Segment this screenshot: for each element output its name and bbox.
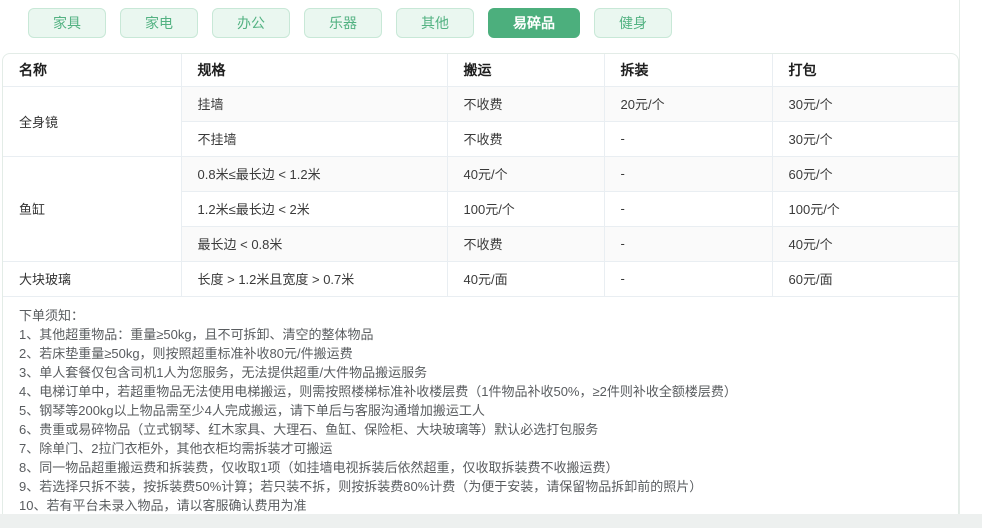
note-item: 5、钢琴等200kg以上物品需至少4人完成搬运，请下单后与客服沟通增加搬运工人 — [19, 402, 485, 418]
tab-易碎品[interactable]: 易碎品 — [488, 8, 580, 38]
disassembly-cell: - — [604, 261, 773, 297]
pack-cell: 30元/个 — [772, 86, 958, 122]
spec-cell: 不挂墙 — [181, 121, 448, 157]
tab-其他[interactable]: 其他 — [396, 8, 474, 38]
page-bottom-strip — [0, 514, 982, 528]
pack-cell: 60元/面 — [772, 261, 958, 297]
note-item: 2、若床垫重量≥50kg，则按照超重标准补收80元/件搬运费 — [19, 345, 353, 361]
note-item: 7、除单门、2拉门衣柜外，其他衣柜均需拆装才可搬运 — [19, 440, 333, 456]
disassembly-cell: - — [604, 191, 773, 227]
note-item: 6、贵重或易碎物品（立式钢琴、红木家具、大理石、鱼缸、保险柜、大块玻璃等）默认必… — [19, 421, 599, 437]
tab-乐器[interactable]: 乐器 — [304, 8, 382, 38]
header-row: 名称 规格 搬运 拆装 打包 — [3, 54, 958, 87]
move-cell: 40元/面 — [447, 261, 605, 297]
column-header: 搬运 — [447, 54, 605, 87]
item-name-cell: 大块玻璃 — [3, 261, 182, 297]
note-item: 8、同一物品超重搬运费和拆装费，仅收取1项（如挂墙电视拆装后依然超重，仅收取拆装… — [19, 459, 619, 475]
spec-cell: 最长边 < 0.8米 — [181, 226, 448, 262]
notes-title: 下单须知： — [19, 307, 85, 323]
pricing-card: 名称 规格 搬运 拆装 打包 全身镜 挂墙 不收费 20元/个 30元/个 不挂墙 不收费 -30元/… — [2, 53, 959, 528]
column-header: 拆装 — [604, 54, 773, 87]
column-header: 打包 — [772, 54, 958, 87]
tab-办公[interactable]: 办公 — [212, 8, 290, 38]
pricing-table-body: 全身镜 挂墙 不收费 20元/个 30元/个 不挂墙 不收费 -30元/个 鱼缸 0.8米≤最长边… — [3, 86, 958, 297]
move-cell: 不收费 — [447, 121, 605, 157]
spec-cell: 1.2米≤最长边 < 2米 — [181, 191, 448, 227]
fragile-items-pricing-page: 家具 家电 办公 乐器 其他 易碎品 健身 名称 规格 搬运 拆装 打包 全身镜 挂墙 不收费 20元/个… — [0, 0, 982, 528]
disassembly-cell: - — [604, 156, 773, 192]
spec-cell: 长度 > 1.2米且宽度 > 0.7米 — [181, 261, 448, 297]
tab-家电[interactable]: 家电 — [120, 8, 198, 38]
table-row: 全身镜 挂墙 不收费 20元/个 30元/个 — [3, 86, 958, 157]
disassembly-cell: - — [604, 226, 773, 262]
pack-cell: 30元/个 — [772, 121, 958, 157]
item-name-cell: 全身镜 — [3, 86, 182, 157]
tab-健身[interactable]: 健身 — [594, 8, 672, 38]
spec-cell: 0.8米≤最长边 < 1.2米 — [181, 156, 448, 192]
pricing-table-header: 名称 规格 搬运 拆装 打包 — [3, 54, 958, 87]
disassembly-cell: - — [604, 121, 773, 157]
column-header: 名称 — [3, 54, 182, 87]
category-tabs: 家具 家电 办公 乐器 其他 易碎品 健身 — [28, 8, 672, 38]
table-row: 大块玻璃 长度 > 1.2米且宽度 > 0.7米 40元/面 -60元/面 — [3, 261, 958, 297]
move-cell: 40元/个 — [447, 156, 605, 192]
column-header: 规格 — [181, 54, 448, 87]
notes-list: 1、其他超重物品：重量≥50kg，且不可拆卸、清空的整体物品 2、若床垫重量≥50… — [19, 325, 942, 515]
disassembly-cell: 20元/个 — [604, 86, 773, 122]
move-cell: 不收费 — [447, 86, 605, 122]
order-notes: 下单须知： 1、其他超重物品：重量≥50kg，且不可拆卸、清空的整体物品 2、若床… — [3, 297, 958, 527]
note-item: 4、电梯订单中，若超重物品无法使用电梯搬运，则需按照楼梯标准补收楼层费（1件物品… — [19, 383, 737, 399]
note-item: 3、单人套餐仅包含司机1人为您服务，无法提供超重/大件物品搬运服务 — [19, 364, 428, 380]
pack-cell: 40元/个 — [772, 226, 958, 262]
right-page-divider — [959, 0, 960, 528]
pricing-table: 名称 规格 搬运 拆装 打包 全身镜 挂墙 不收费 20元/个 30元/个 不挂墙 不收费 -30元/… — [3, 54, 958, 297]
note-item: 9、若选择只拆不装，按拆装费50%计算；若只装不拆，则按拆装费80%计费（为便于… — [19, 478, 703, 494]
item-name-cell: 鱼缸 — [3, 156, 182, 262]
pack-cell: 60元/个 — [772, 156, 958, 192]
pack-cell: 100元/个 — [772, 191, 958, 227]
table-row: 鱼缸 0.8米≤最长边 < 1.2米 40元/个 -60元/个 — [3, 156, 958, 262]
move-cell: 100元/个 — [447, 191, 605, 227]
spec-cell: 挂墙 — [181, 86, 448, 122]
tab-家具[interactable]: 家具 — [28, 8, 106, 38]
note-item: 10、若有平台未录入物品，请以客服确认费用为准 — [19, 497, 307, 513]
move-cell: 不收费 — [447, 226, 605, 262]
note-item: 1、其他超重物品：重量≥50kg，且不可拆卸、清空的整体物品 — [19, 326, 374, 342]
